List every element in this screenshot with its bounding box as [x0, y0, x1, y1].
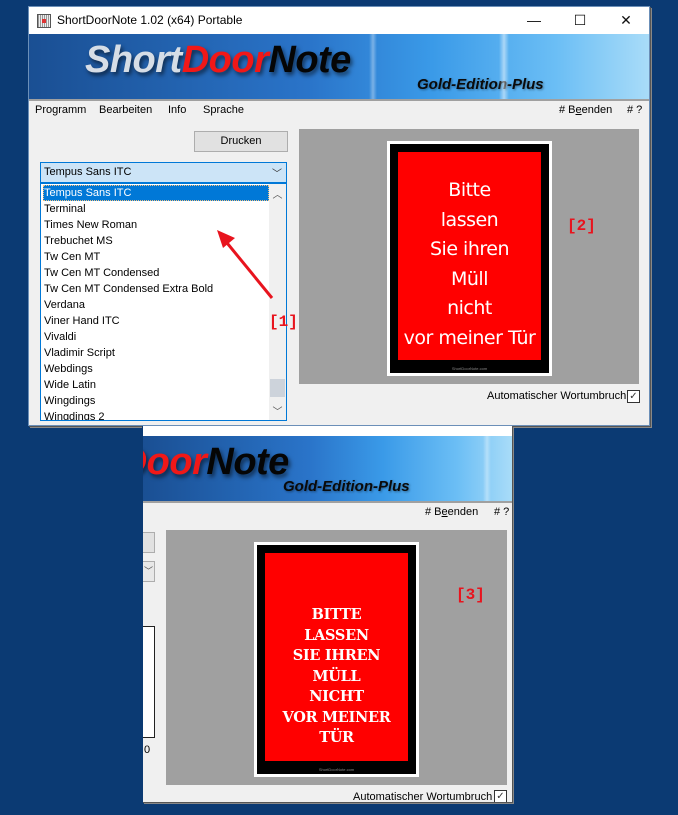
main-window: ShortDoorNote 1.02 (x64) Portable — ☐ ✕ … [28, 6, 650, 426]
annotation-1: [1] [269, 313, 298, 331]
menu-bar: # Beenden # ? [143, 503, 512, 523]
menu-help[interactable]: # ? [627, 104, 642, 116]
second-window-crop: ShortDoorNote Gold-Edition-Plus # Beende… [142, 426, 512, 802]
app-banner: ShortDoorNote Gold-Edition-Plus [143, 436, 512, 501]
note-preview: BITTE LASSEN SIE IHREN MÜLL NICHT VOR ME… [166, 530, 507, 785]
maximize-button[interactable]: ☐ [557, 7, 603, 34]
scroll-up-icon[interactable]: ︿ [269, 186, 286, 201]
note-line: vor meiner Tür [403, 326, 536, 349]
menu-quit[interactable]: # Beenden [559, 104, 612, 116]
menu-bearbeiten[interactable]: Bearbeiten [99, 104, 152, 116]
menu-sprache[interactable]: Sprache [203, 104, 244, 116]
menu-help[interactable]: # ? [494, 506, 509, 518]
note-line: Sie ihren [429, 238, 510, 260]
note-line: SIE IHREN [292, 647, 381, 664]
arrow-shaft [221, 237, 274, 299]
chevron-down-icon: ﹀ [143, 566, 153, 576]
font-select-partial[interactable]: ﹀ [143, 561, 155, 582]
app-logo: ShortDoorNote [143, 441, 289, 484]
note-line: lassen [440, 208, 499, 231]
arrow-head [217, 230, 235, 248]
word-wrap-label: Automatischer Wortumbruch [353, 791, 493, 802]
note-line: nicht [447, 297, 492, 319]
note-border: BITTE LASSEN SIE IHREN MÜLL NICHT VOR ME… [257, 545, 416, 774]
note-text: Bitte lassen Sie ihren Müll nicht vor me… [398, 176, 541, 353]
font-option[interactable]: Terminal [43, 201, 269, 217]
note-card: BITTE LASSEN SIE IHREN MÜLL NICHT VOR ME… [254, 542, 419, 777]
menu-info[interactable]: Info [168, 104, 186, 116]
note-border: Bitte lassen Sie ihren Müll nicht vor me… [390, 144, 549, 373]
logo-door: Door [143, 441, 207, 483]
word-wrap-checkbox[interactable]: ✓ [494, 790, 507, 802]
menu-bar: Programm Bearbeiten Info Sprache # Beend… [29, 101, 649, 121]
quit-suffix: enden [581, 104, 613, 116]
note-line: MÜLL [312, 667, 361, 685]
edition-label: Gold-Edition-Plus [283, 478, 410, 495]
quit-suffix: enden [447, 506, 479, 518]
title-bar-strip [143, 426, 512, 436]
note-line: LASSEN [304, 626, 369, 644]
chevron-down-icon[interactable]: ﹀ [272, 165, 282, 180]
note-line: Bitte [448, 179, 491, 201]
menu-programm[interactable]: Programm [35, 104, 86, 116]
font-option[interactable]: Vladimir Script [43, 345, 269, 361]
print-button-partial[interactable] [143, 532, 155, 553]
quit-prefix: # B [559, 104, 576, 116]
note-footer: ShortDoorNote.com [451, 366, 488, 371]
font-option[interactable]: Webdings [43, 361, 269, 377]
logo-short: Short [85, 39, 182, 81]
text-input-partial[interactable] [143, 626, 155, 738]
edition-label: Gold-Edition-Plus [417, 76, 544, 93]
app-banner: ShortDoorNote Gold-Edition-Plus [29, 34, 649, 99]
note-line: Müll [451, 267, 489, 290]
logo-door: Door [181, 39, 269, 81]
counter-partial: 0 [144, 744, 151, 756]
window-title: ShortDoorNote 1.02 (x64) Portable [57, 13, 243, 27]
note-background: Bitte lassen Sie ihren Müll nicht vor me… [398, 152, 541, 360]
note-background: BITTE LASSEN SIE IHREN MÜLL NICHT VOR ME… [265, 553, 408, 761]
word-wrap-label: Automatischer Wortumbruch [487, 390, 627, 402]
close-button[interactable]: ✕ [603, 7, 649, 34]
logo-note: Note [268, 39, 351, 81]
font-option[interactable]: Tempus Sans ITC [43, 185, 269, 201]
font-dropdown-list[interactable]: Tempus Sans ITC Terminal Times New Roman… [40, 183, 287, 421]
title-bar[interactable]: ShortDoorNote 1.02 (x64) Portable — ☐ ✕ [29, 7, 649, 34]
note-line: BITTE [311, 606, 362, 623]
annotation-3: [3] [456, 586, 485, 604]
print-button[interactable]: Drucken [194, 131, 288, 152]
minimize-button[interactable]: — [511, 7, 557, 34]
app-logo: ShortDoorNote [85, 39, 351, 82]
quit-prefix: # B [425, 506, 442, 518]
font-option[interactable]: Wingdings [43, 393, 269, 409]
scroll-down-icon[interactable]: ﹀ [269, 403, 286, 418]
app-icon [37, 14, 51, 28]
note-card: Bitte lassen Sie ihren Müll nicht vor me… [387, 141, 552, 376]
font-option[interactable]: Wingdings 2 [43, 409, 269, 420]
font-option[interactable]: Viner Hand ITC [43, 313, 269, 329]
annotation-2: [2] [567, 217, 596, 235]
note-footer: ShortDoorNote.com [318, 767, 355, 772]
annotation-arrow [217, 230, 274, 299]
note-line: VOR MEINER TÜR [282, 708, 391, 747]
logo-note: Note [206, 441, 289, 483]
font-select[interactable]: Tempus Sans ITC ﹀ [40, 162, 287, 183]
note-line: NICHT [309, 688, 364, 705]
scrollbar-thumb[interactable] [270, 379, 285, 397]
font-option[interactable]: Vivaldi [43, 329, 269, 345]
word-wrap-checkbox[interactable]: ✓ [627, 390, 640, 403]
font-option[interactable]: Wide Latin [43, 377, 269, 393]
dropdown-scrollbar[interactable]: ︿ ﹀ [269, 184, 286, 420]
note-preview: Bitte lassen Sie ihren Müll nicht vor me… [299, 129, 639, 384]
menu-quit[interactable]: # Beenden [425, 506, 478, 518]
note-text: BITTE LASSEN SIE IHREN MÜLL NICHT VOR ME… [265, 605, 408, 749]
font-select-value: Tempus Sans ITC [44, 166, 132, 178]
